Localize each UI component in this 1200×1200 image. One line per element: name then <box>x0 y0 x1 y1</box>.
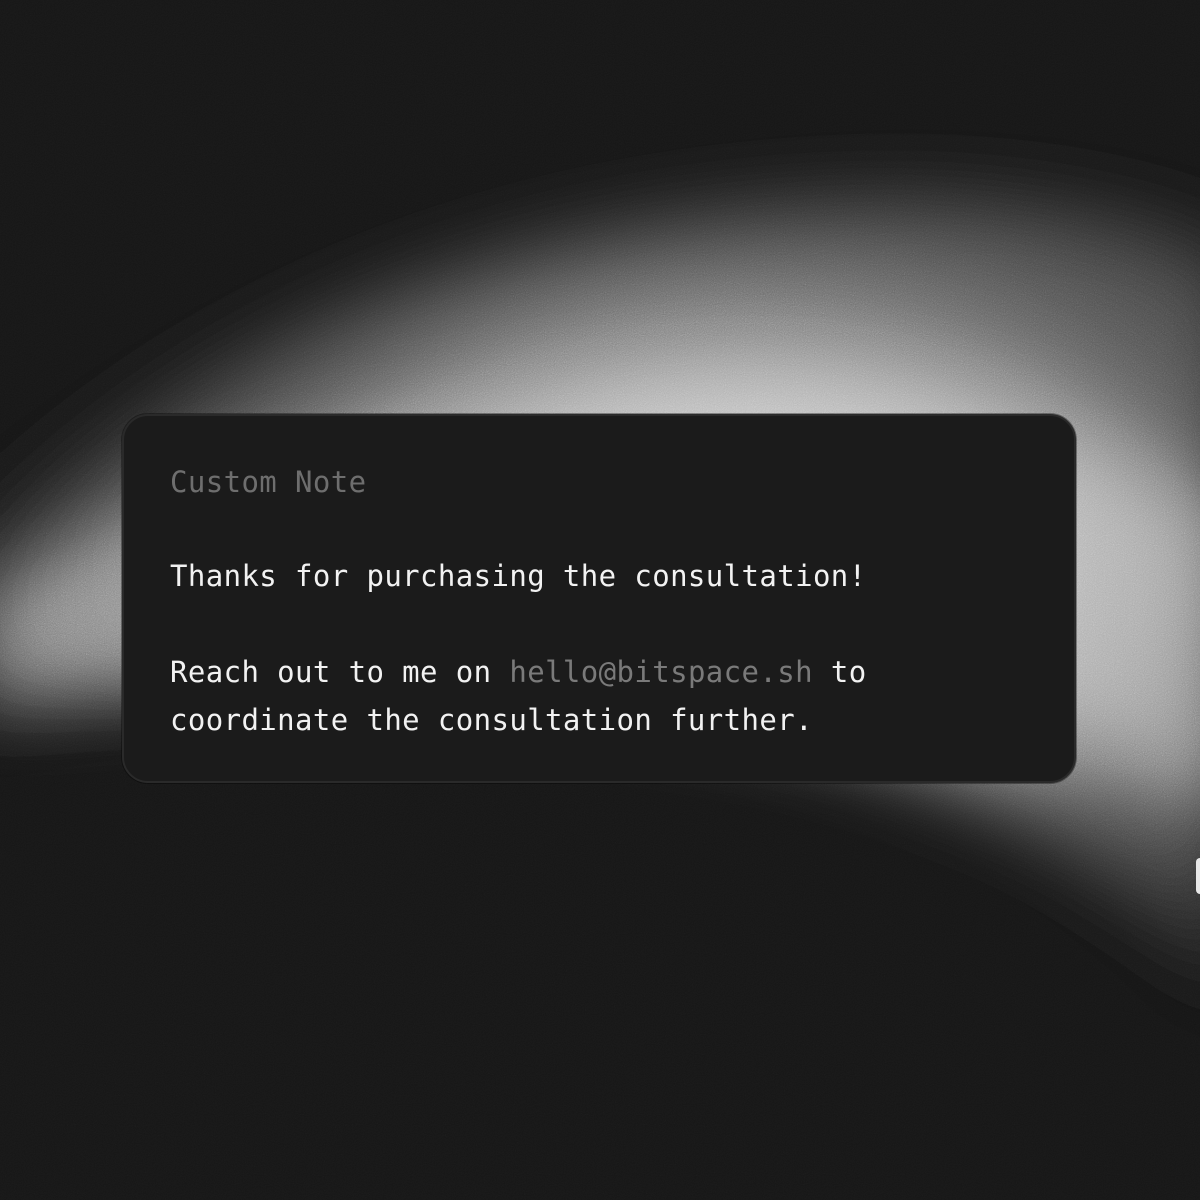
note-body: Thanks for purchasing the consultation! … <box>170 552 1028 744</box>
edge-glint <box>1196 858 1200 894</box>
contact-prefix: Reach out to me on <box>170 655 510 689</box>
contact-suffix: to <box>812 655 867 689</box>
note-spacer <box>170 600 1028 648</box>
note-line-contact: Reach out to me on hello@bitspace.sh to <box>170 648 1028 696</box>
note-line-coordinate: coordinate the consultation further. <box>170 703 813 737</box>
custom-note-card: Custom Note Thanks for purchasing the co… <box>122 414 1076 783</box>
note-title: Custom Note <box>170 465 367 499</box>
note-line-thanks: Thanks for purchasing the consultation! <box>170 559 867 593</box>
background-scene: Custom Note Thanks for purchasing the co… <box>0 0 1200 1200</box>
email-link[interactable]: hello@bitspace.sh <box>509 655 813 689</box>
